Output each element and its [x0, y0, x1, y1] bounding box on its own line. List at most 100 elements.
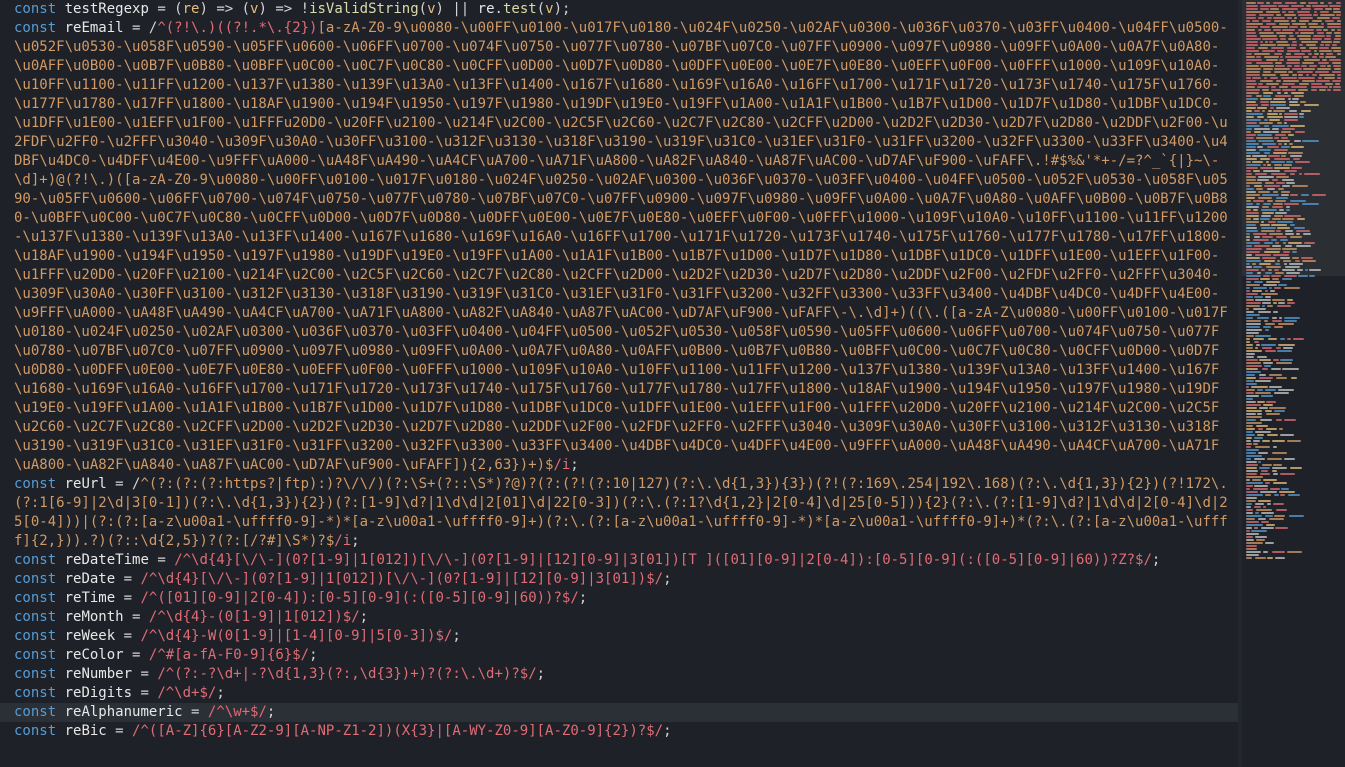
minimap-code-stroke — [1299, 20, 1310, 22]
minimap-code-stroke — [1303, 104, 1319, 106]
minimap-code-stroke — [1279, 59, 1285, 61]
code-line-reNumber[interactable]: const reNumber = /^(?:-?\d+|-?\d{1,3}(?:… — [14, 665, 1232, 684]
minimap-code-stroke — [1262, 131, 1279, 133]
minimap-code-stroke — [1272, 482, 1287, 484]
code-line-reBic[interactable]: const reBic = /^([A-Z]{6}[A-Z2-9][A-NP-Z… — [14, 722, 1232, 741]
minimap-code-stroke — [1246, 377, 1257, 379]
code-line-reEmail[interactable]: const reEmail = /^(?!\.)((?!.*\.{2})[a-z… — [14, 19, 1232, 475]
minimap-code-stroke — [1269, 107, 1274, 109]
minimap-code-stroke — [1312, 56, 1317, 58]
token-op: = — [115, 590, 141, 606]
minimap-code-stroke — [1246, 140, 1257, 142]
minimap-code-stroke — [1265, 515, 1274, 517]
minimap-code-stroke — [1294, 32, 1300, 34]
minimap-code-stroke — [1277, 350, 1292, 352]
minimap-code-stroke — [1286, 440, 1302, 442]
minimap-code-stroke — [1246, 197, 1255, 199]
minimap-code-stroke — [1280, 194, 1289, 196]
code-line-testRegexp[interactable]: const testRegexp = (re) => (v) => !isVal… — [14, 0, 1232, 19]
token-op: = — [148, 552, 175, 568]
minimap-code-stroke — [1313, 50, 1317, 52]
code-line-reAlphanumeric[interactable]: const reAlphanumeric = /^\w+$/; — [0, 703, 1238, 722]
code-editor[interactable]: const testRegexp = (re) => (v) => !isVal… — [0, 0, 1238, 767]
code-line-reDate[interactable]: const reDate = /^\d{4}[\/\-](0?[1-9]|1[0… — [14, 570, 1232, 589]
minimap-code-stroke — [1246, 506, 1251, 508]
minimap-code-stroke — [1246, 410, 1263, 412]
minimap-code-stroke — [1290, 200, 1307, 202]
minimap-code-stroke — [1258, 407, 1269, 409]
minimap-code-stroke — [1337, 20, 1341, 22]
minimap-code-stroke — [1260, 167, 1274, 169]
minimap-code-stroke — [1319, 2, 1324, 4]
minimap-code-stroke — [1329, 5, 1341, 7]
minimap-code-stroke — [1291, 44, 1298, 46]
minimap-code-stroke — [1268, 287, 1272, 289]
token-re: /^([A-Z]{6}[A-Z2-9][A-NP-Z1-2])(X{3}|[A-… — [132, 723, 664, 739]
minimap-code-stroke — [1282, 248, 1298, 250]
token-re: /^\d{4}-W(0[1-9]|[1-4][0-9]|5[0-3])$/ — [140, 628, 453, 644]
minimap-code-stroke — [1246, 557, 1252, 559]
minimap-code-stroke — [1246, 110, 1253, 112]
minimap-code-stroke — [1257, 107, 1267, 109]
code-line-reWeek[interactable]: const reWeek = /^\d{4}-W(0[1-9]|[1-4][0-… — [14, 627, 1232, 646]
minimap-code-stroke — [1276, 32, 1293, 34]
minimap-code-stroke — [1260, 293, 1278, 295]
minimap-code-stroke — [1246, 365, 1262, 367]
minimap-code-stroke — [1266, 401, 1276, 403]
token-param: v — [545, 1, 554, 17]
minimap-code-stroke — [1291, 41, 1298, 43]
token-reo: [a-zA-Z0-9\u0080-\u00FF\u0100-\u017F\u01… — [14, 20, 1228, 188]
minimap-code-stroke — [1256, 434, 1264, 436]
minimap-code-stroke — [1246, 341, 1250, 343]
minimap-code-stroke — [1253, 236, 1261, 238]
minimap-code-stroke — [1270, 8, 1280, 10]
minimap-code-stroke — [1278, 86, 1289, 88]
minimap-code-stroke — [1246, 485, 1253, 487]
minimap-code-stroke — [1246, 467, 1257, 469]
minimap-code-stroke — [1282, 347, 1293, 349]
minimap-code-stroke — [1293, 65, 1301, 67]
code-line-reDigits[interactable]: const reDigits = /^\d+$/; — [14, 684, 1232, 703]
minimap-code-stroke — [1260, 521, 1269, 523]
minimap-code-stroke — [1246, 542, 1263, 544]
minimap-code-stroke — [1246, 518, 1255, 520]
minimap-code-stroke — [1285, 206, 1291, 208]
minimap-code-stroke — [1281, 137, 1289, 139]
minimap-code-stroke — [1316, 80, 1331, 82]
minimap-code-stroke — [1275, 347, 1282, 349]
minimap-code-stroke — [1246, 107, 1257, 109]
minimap-code-stroke — [1271, 452, 1288, 454]
minimap-code-stroke — [1246, 275, 1262, 277]
code-line-reUrl[interactable]: const reUrl = /^(?:(?:(?:https?|ftp):)?\… — [14, 475, 1232, 551]
minimap-code-stroke — [1255, 95, 1262, 97]
minimap-code-stroke — [1292, 23, 1306, 25]
minimap-code-stroke — [1264, 320, 1269, 322]
code-line-reColor[interactable]: const reColor = /^#[a-fA-F0-9]{6}$/; — [14, 646, 1232, 665]
minimap-code-stroke — [1246, 116, 1254, 118]
minimap-code-stroke — [1246, 227, 1258, 229]
code-content[interactable]: const testRegexp = (re) => (v) => !isVal… — [0, 0, 1238, 741]
minimap-code-stroke — [1246, 179, 1256, 181]
minimap-code-stroke — [1257, 197, 1272, 199]
minimap-code-stroke — [1303, 68, 1315, 70]
minimap-code-stroke — [1252, 209, 1258, 211]
minimap-code-stroke — [1266, 11, 1280, 13]
minimap-code-stroke — [1246, 233, 1250, 235]
minimap-code-stroke — [1257, 518, 1266, 520]
code-line-reMonth[interactable]: const reMonth = /^\d{4}-(0[1-9]|1[012])$… — [14, 608, 1232, 627]
minimap-code-stroke — [1314, 71, 1329, 73]
minimap-code-stroke — [1246, 311, 1254, 313]
minimap-code-stroke — [1258, 191, 1270, 193]
code-line-reDateTime[interactable]: const reDateTime = /^\d{4}[\/\-](0?[1-9]… — [14, 551, 1232, 570]
code-line-reTime[interactable]: const reTime = /^([01][0-9]|2[0-4]):[0-5… — [14, 589, 1232, 608]
minimap[interactable] — [1242, 0, 1345, 767]
minimap-code-stroke — [1260, 218, 1270, 220]
minimap-code-stroke — [1301, 62, 1315, 64]
minimap-code-stroke — [1286, 59, 1301, 61]
minimap-code-stroke — [1252, 155, 1267, 157]
minimap-code-stroke — [1246, 80, 1257, 82]
token-reo: ([a-zA-Z0-9\u0080-\u00FF\u0100-\u017F\u0… — [14, 172, 1228, 321]
minimap-code-stroke — [1254, 347, 1259, 349]
minimap-code-stroke — [1246, 2, 1256, 4]
minimap-code-stroke — [1246, 194, 1261, 196]
